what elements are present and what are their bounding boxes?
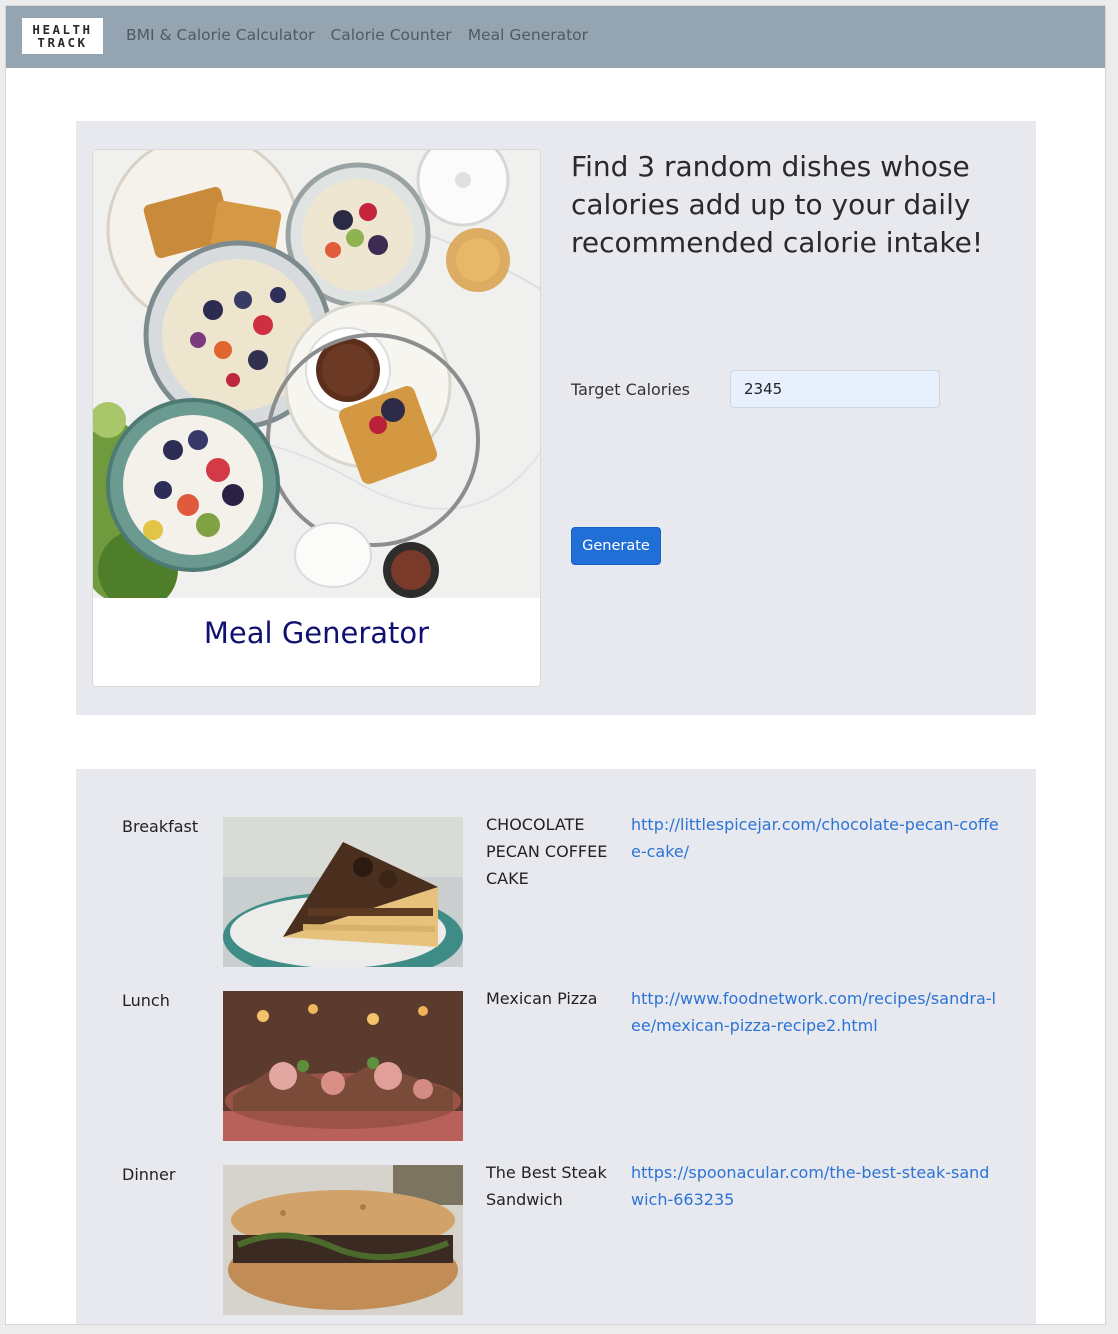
meal-type-label: Lunch [122, 991, 170, 1010]
recipe-link[interactable]: https://spoonacular.com/the-best-steak-s… [631, 1159, 1001, 1213]
generate-button[interactable]: Generate [571, 527, 661, 565]
dinner-dish-image [223, 1165, 463, 1315]
target-calories-label: Target Calories [571, 380, 690, 399]
generated-meals-panel: Breakfast CHOCOLATE PECAN COFFEE CAKE ht… [76, 769, 1036, 1324]
health-track-logo[interactable]: HEALTH TRACK [22, 18, 103, 54]
target-calories-input[interactable] [730, 370, 940, 408]
logo-line-2: TRACK [37, 35, 88, 50]
card-title: Meal Generator [203, 616, 430, 650]
meal-generator-panel: Meal Generator Find 3 random dishes whos… [76, 121, 1036, 715]
breakfast-dish-image [223, 817, 463, 967]
nav-link-calorie-counter[interactable]: Calorie Counter [330, 26, 451, 44]
nav-links: BMI & Calorie Calculator Calorie Counter… [126, 26, 588, 44]
meal-type-label: Breakfast [122, 817, 199, 836]
recipe-link[interactable]: http://littlespicejar.com/chocolate-peca… [631, 811, 1001, 865]
lunch-dish-image [223, 991, 463, 1141]
nav-link-meal-generator[interactable]: Meal Generator [468, 26, 588, 44]
page: HEALTH TRACK BMI & Calorie Calculator Ca… [5, 5, 1106, 1325]
nav-link-bmi-calculator[interactable]: BMI & Calorie Calculator [126, 26, 314, 44]
meal-generator-card: Meal Generator [92, 149, 541, 687]
meal-row-dinner: Dinner The Best Steak Sandwich https://s… [76, 1163, 1036, 1315]
breakfast-spread-image [93, 150, 540, 598]
meal-type-label: Dinner [122, 1165, 176, 1184]
generator-description: Find 3 random dishes whose calories add … [571, 150, 984, 259]
navbar: HEALTH TRACK BMI & Calorie Calculator Ca… [6, 6, 1105, 68]
recipe-link[interactable]: http://www.foodnetwork.com/recipes/sandr… [631, 985, 1001, 1039]
dish-name: The Best Steak Sandwich [486, 1163, 607, 1209]
meal-row-breakfast: Breakfast CHOCOLATE PECAN COFFEE CAKE ht… [76, 815, 1036, 967]
dish-name: Mexican Pizza [486, 989, 598, 1008]
meal-row-lunch: Lunch Mexican Pizza http://www.foodnetwo… [76, 989, 1036, 1141]
dish-name: CHOCOLATE PECAN COFFEE CAKE [486, 815, 608, 888]
